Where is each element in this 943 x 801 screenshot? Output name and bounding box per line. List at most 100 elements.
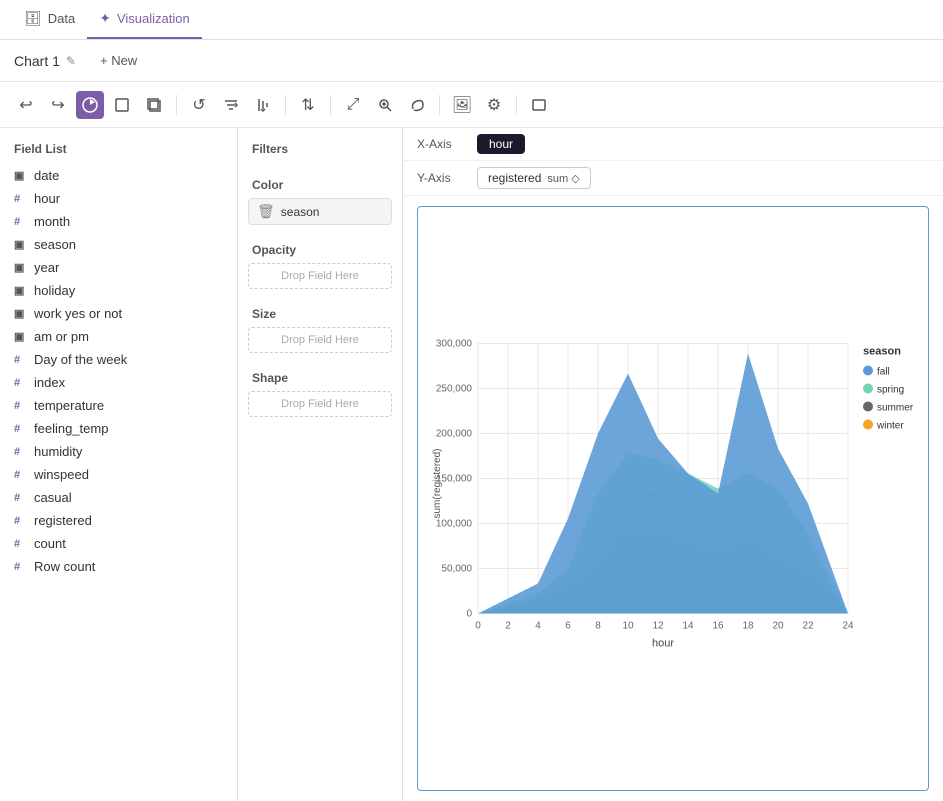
field-winspeed[interactable]: # winspeed: [0, 463, 237, 486]
opacity-drop-zone[interactable]: Drop Field Here: [248, 263, 392, 289]
sort-button[interactable]: ⇅: [294, 91, 322, 119]
rowcount-type-icon: #: [14, 561, 28, 573]
field-feeling-temp[interactable]: # feeling_temp: [0, 417, 237, 440]
field-list-header: Field List: [0, 138, 237, 164]
field-dayofweek-label: Day of the week: [34, 352, 127, 367]
field-date[interactable]: ▣ date: [0, 164, 237, 187]
opacity-section-label: Opacity: [238, 233, 402, 263]
index-type-icon: #: [14, 377, 28, 389]
field-temperature[interactable]: # temperature: [0, 394, 237, 417]
svg-text:4: 4: [535, 621, 541, 632]
field-registered[interactable]: # registered: [0, 509, 237, 532]
visualization-tab-icon: ✦: [99, 10, 111, 27]
svg-text:20: 20: [772, 621, 784, 632]
settings-button[interactable]: ⚙: [480, 91, 508, 119]
filter-cols-button[interactable]: [249, 91, 277, 119]
tab-data-label: Data: [48, 11, 75, 26]
redo-button[interactable]: ↪: [44, 91, 72, 119]
field-feelingtemp-label: feeling_temp: [34, 421, 108, 436]
zoom-custom-button[interactable]: [371, 91, 399, 119]
date-type-icon: ▣: [14, 169, 28, 182]
field-year[interactable]: ▣ year: [0, 256, 237, 279]
workday-type-icon: ▣: [14, 307, 28, 320]
temperature-type-icon: #: [14, 400, 28, 412]
svg-text:12: 12: [652, 621, 664, 632]
filters-panel: Filters Color 🗑 season Opacity Drop Fiel…: [238, 128, 403, 801]
field-ampm[interactable]: ▣ am or pm: [0, 325, 237, 348]
svg-text:sum(registered): sum(registered): [432, 448, 443, 518]
size-section-label: Size: [238, 297, 402, 327]
yaxis-agg: sum ◇: [547, 172, 579, 185]
casual-type-icon: #: [14, 492, 28, 504]
zoom-fit-button[interactable]: ⤢: [339, 91, 367, 119]
xaxis-pill[interactable]: hour: [477, 134, 525, 154]
registered-type-icon: #: [14, 515, 28, 527]
yaxis-label: Y-Axis: [417, 171, 467, 185]
field-hour-label: hour: [34, 191, 60, 206]
field-hour[interactable]: # hour: [0, 187, 237, 210]
svg-text:season: season: [863, 346, 901, 358]
tab-data[interactable]: 🗄 Data: [12, 0, 87, 39]
svg-text:2: 2: [505, 621, 511, 632]
toolbar-divider-4: [439, 95, 440, 115]
svg-text:6: 6: [565, 621, 571, 632]
svg-text:winter: winter: [876, 421, 904, 432]
chart-title: Chart 1 ✎: [14, 53, 76, 69]
filters-header: Filters: [238, 138, 402, 168]
tab-visualization-label: Visualization: [117, 11, 190, 26]
field-workday[interactable]: ▣ work yes or not: [0, 302, 237, 325]
mark-type-button[interactable]: [108, 91, 136, 119]
chart-type-button[interactable]: [76, 91, 104, 119]
new-chart-button[interactable]: + New: [92, 50, 145, 71]
field-holiday[interactable]: ▣ holiday: [0, 279, 237, 302]
field-month-label: month: [34, 214, 70, 229]
undo-button[interactable]: ↩: [12, 91, 40, 119]
shape-drop-zone[interactable]: Drop Field Here: [248, 391, 392, 417]
month-type-icon: #: [14, 216, 28, 228]
chart-container: 300,000 250,000 200,000 150,000 100,000 …: [417, 206, 929, 791]
svg-text:14: 14: [682, 621, 694, 632]
field-humidity-label: humidity: [34, 444, 82, 459]
refresh-button[interactable]: ↺: [185, 91, 213, 119]
svg-text:8: 8: [595, 621, 601, 632]
field-rowcount[interactable]: # Row count: [0, 555, 237, 578]
svg-text:fall: fall: [877, 367, 890, 378]
edit-chart-title-icon[interactable]: ✎: [66, 54, 76, 68]
ampm-type-icon: ▣: [14, 330, 28, 343]
image-button[interactable]: 🖼: [448, 91, 476, 119]
chart-title-text: Chart 1: [14, 53, 60, 69]
filter-rows-button[interactable]: [217, 91, 245, 119]
field-casual[interactable]: # casual: [0, 486, 237, 509]
dayofweek-type-icon: #: [14, 354, 28, 366]
field-index[interactable]: # index: [0, 371, 237, 394]
season-type-icon: ▣: [14, 238, 28, 251]
feelingtemp-type-icon: #: [14, 423, 28, 435]
chart-svg: 300,000 250,000 200,000 150,000 100,000 …: [428, 217, 918, 780]
field-season[interactable]: ▣ season: [0, 233, 237, 256]
field-humidity[interactable]: # humidity: [0, 440, 237, 463]
color-pill-value: season: [281, 205, 320, 219]
field-month[interactable]: # month: [0, 210, 237, 233]
svg-text:10: 10: [622, 621, 634, 632]
size-drop-zone[interactable]: Drop Field Here: [248, 327, 392, 353]
yaxis-pill[interactable]: registered sum ◇: [477, 167, 591, 189]
data-tab-icon: 🗄: [24, 10, 42, 27]
toolbar-divider-5: [516, 95, 517, 115]
field-count[interactable]: # count: [0, 532, 237, 555]
winspeed-type-icon: #: [14, 469, 28, 481]
color-field-pill[interactable]: 🗑 season: [248, 198, 392, 225]
svg-text:spring: spring: [877, 385, 904, 396]
toolbar-divider-3: [330, 95, 331, 115]
svg-text:300,000: 300,000: [436, 339, 473, 350]
xaxis-value: hour: [489, 137, 513, 151]
hour-type-icon: #: [14, 193, 28, 205]
embed-button[interactable]: [525, 91, 553, 119]
tab-visualization[interactable]: ✦ Visualization: [87, 0, 202, 39]
color-pill-delete-icon[interactable]: 🗑: [257, 203, 275, 220]
layers-button[interactable]: [140, 91, 168, 119]
toolbar-divider-1: [176, 95, 177, 115]
lasso-button[interactable]: [403, 91, 431, 119]
holiday-type-icon: ▣: [14, 284, 28, 297]
field-casual-label: casual: [34, 490, 72, 505]
field-dayofweek[interactable]: # Day of the week: [0, 348, 237, 371]
